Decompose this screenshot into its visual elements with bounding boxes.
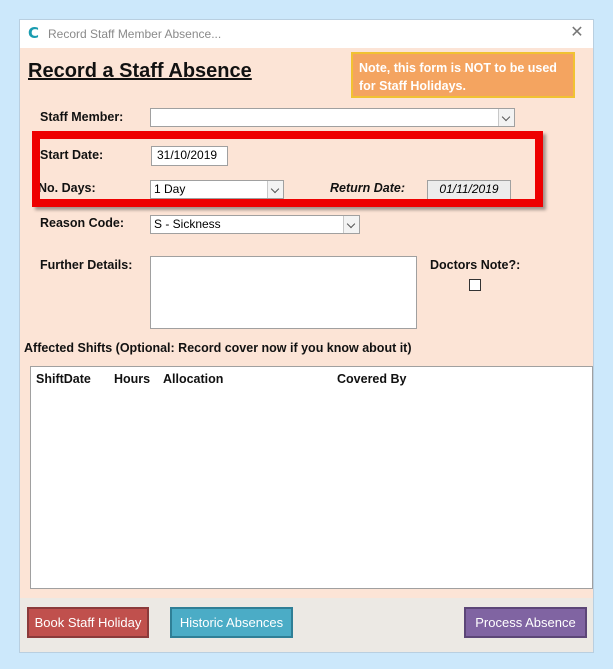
further-details-label: Further Details: <box>40 258 133 272</box>
book-staff-holiday-button[interactable]: Book Staff Holiday <box>27 607 149 638</box>
affected-shifts-label: Affected Shifts (Optional: Record cover … <box>24 341 412 355</box>
reason-code-value: S - Sickness <box>154 217 221 231</box>
absence-window: C Record Staff Member Absence... ✕ Recor… <box>20 20 593 652</box>
chevron-down-icon[interactable] <box>498 109 514 126</box>
further-details-input[interactable] <box>150 256 417 329</box>
process-absence-button[interactable]: Process Absence <box>464 607 587 638</box>
chevron-down-icon[interactable] <box>267 181 283 198</box>
staff-member-label: Staff Member: <box>40 110 124 124</box>
reason-code-select[interactable]: S - Sickness <box>150 215 360 234</box>
title-bar: C Record Staff Member Absence... ✕ <box>20 20 593 48</box>
historic-absences-button[interactable]: Historic Absences <box>170 607 293 638</box>
doctors-note-label: Doctors Note?: <box>430 258 521 272</box>
start-date-label: Start Date: <box>40 148 104 162</box>
holiday-warning-note: Note, this form is NOT to be used for St… <box>351 52 575 98</box>
return-date-field: 01/11/2019 <box>427 180 511 200</box>
close-icon[interactable]: ✕ <box>567 23 587 43</box>
reason-code-label: Reason Code: <box>40 216 125 230</box>
column-header-covered-by[interactable]: Covered By <box>337 372 406 386</box>
footer-bar: Book Staff Holiday Historic Absences Pro… <box>20 598 593 652</box>
no-days-value: 1 Day <box>154 182 186 196</box>
affected-shifts-list[interactable]: ShiftDate Hours Allocation Covered By <box>30 366 593 589</box>
page-title: Record a Staff Absence <box>28 60 252 82</box>
return-date-label: Return Date: <box>330 181 406 195</box>
no-days-select[interactable]: 1 Day <box>150 180 284 199</box>
app-logo-icon: C <box>28 24 40 42</box>
doctors-note-checkbox[interactable] <box>469 279 481 291</box>
staff-member-select[interactable] <box>150 108 515 127</box>
start-date-input[interactable]: 31/10/2019 <box>151 146 228 166</box>
column-header-allocation[interactable]: Allocation <box>163 372 223 386</box>
chevron-down-icon[interactable] <box>343 216 359 233</box>
column-header-hours[interactable]: Hours <box>114 372 150 386</box>
column-header-shiftdate[interactable]: ShiftDate <box>36 372 91 386</box>
no-days-label: No. Days: <box>38 181 96 195</box>
window-title: Record Staff Member Absence... <box>48 27 222 41</box>
